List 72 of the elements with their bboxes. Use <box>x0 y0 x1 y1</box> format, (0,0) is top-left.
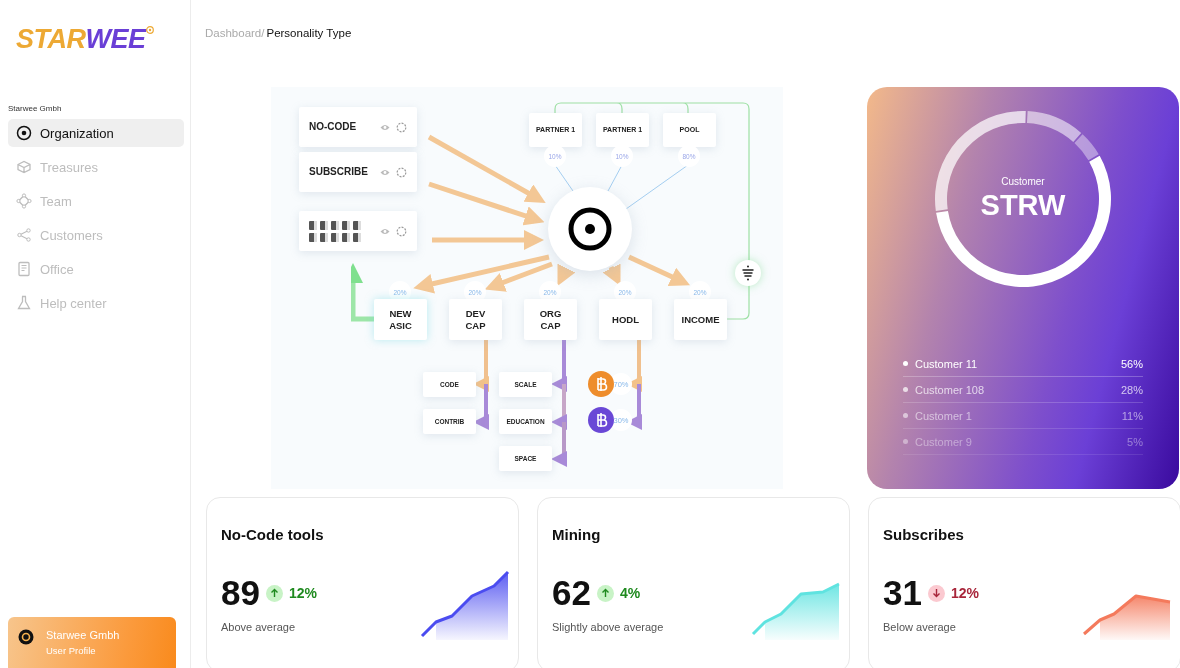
cube-icon <box>16 159 32 175</box>
lines-icon <box>735 260 761 286</box>
target-icon <box>16 125 32 141</box>
card-title: No-Code tools <box>221 526 325 543</box>
legend-value: 5% <box>1127 435 1143 448</box>
chart-caption: Customer <box>1001 176 1045 187</box>
legend-label: Customer 11 <box>915 357 979 370</box>
flow-node: INCOME <box>674 299 727 340</box>
card-subtitle: Slightly above average <box>552 621 665 633</box>
legend-value: 11% <box>1121 409 1143 422</box>
flow-node: DEV CAP <box>449 299 502 340</box>
flow-arrow <box>627 254 691 286</box>
card-subtitle: Below average <box>883 621 957 633</box>
stat-value: 31 <box>883 573 922 613</box>
loader-icon[interactable] <box>396 121 407 133</box>
profile-button[interactable]: Starwee Gmbh User Profile <box>8 617 176 668</box>
flow-node: ORG CAP <box>524 299 577 340</box>
legend-value: 56% <box>1120 357 1143 370</box>
flow-arrow <box>551 384 568 430</box>
flow-node: HODL <box>599 299 652 340</box>
logo-text: WEE <box>85 24 146 55</box>
flask-icon <box>16 295 32 311</box>
node-label: SUBSCRIBE <box>309 166 368 178</box>
flow-node: NEW ASIC <box>374 299 427 340</box>
flow-arrow <box>351 263 374 322</box>
change-value: 12% <box>950 585 979 601</box>
loader-icon[interactable] <box>396 225 407 237</box>
chart-value: STRW <box>980 189 1066 222</box>
legend-label: Customer 1 <box>915 409 973 422</box>
network-icon <box>16 193 32 209</box>
document-icon <box>16 261 32 277</box>
flow-arrow <box>551 422 568 467</box>
flow-arrow <box>551 340 568 392</box>
sparkline-area <box>436 572 508 640</box>
change-value: 12% <box>288 585 317 601</box>
sidebar-item[interactable]: Office <box>8 255 184 283</box>
legend-dot <box>903 387 908 392</box>
sidebar-item[interactable]: Team <box>8 187 184 215</box>
target-icon <box>568 207 612 251</box>
flow-arrow <box>473 340 490 392</box>
stat-value: 62 <box>552 573 591 613</box>
organization-label: Starwee Gmbh <box>8 104 63 113</box>
sidebar-item[interactable]: Customers <box>8 221 184 249</box>
loader-icon[interactable] <box>396 166 407 178</box>
flow-arrow <box>557 263 576 286</box>
legend-dot <box>903 439 908 444</box>
eye-icon[interactable] <box>380 168 390 176</box>
registered-icon <box>145 26 154 34</box>
node-label: NO-CODE <box>309 121 357 133</box>
sidebar-item[interactable]: Help center <box>8 289 184 317</box>
sidebar-item[interactable]: Organization <box>8 119 184 147</box>
eye-icon[interactable] <box>380 227 390 235</box>
legend-dot <box>903 413 908 418</box>
eye-icon[interactable] <box>380 123 390 131</box>
card-subtitle: Above average <box>221 621 296 633</box>
breadcrumb-current: Personality Type <box>266 27 352 39</box>
coin-icon <box>18 629 34 645</box>
legend-label: Customer 108 <box>915 383 986 396</box>
miners-drawing <box>309 220 361 242</box>
flow-arrow <box>473 384 490 430</box>
legend-value: 28% <box>1120 383 1143 396</box>
card-title: Mining <box>552 526 602 543</box>
legend-dot <box>903 361 908 366</box>
stat-value: 89 <box>221 573 260 613</box>
change-value: 4% <box>619 585 641 601</box>
sidebar-item[interactable]: Treasures <box>8 153 184 181</box>
logo-text: STAR <box>16 24 86 55</box>
flow-arrow <box>602 263 621 286</box>
sparkline-area <box>1100 596 1170 640</box>
card-title: Subscribes <box>883 526 965 543</box>
share-icon <box>16 227 32 243</box>
breadcrumb-link[interactable]: Dashboard/ <box>205 27 265 39</box>
